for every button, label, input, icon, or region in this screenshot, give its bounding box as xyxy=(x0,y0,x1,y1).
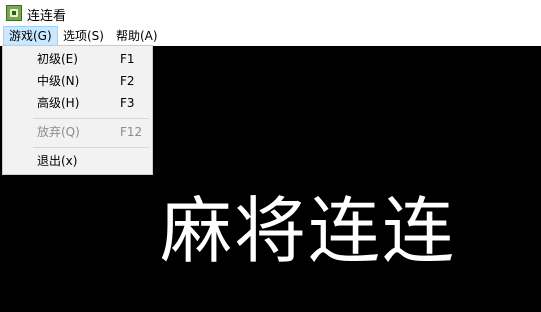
menu-item-shortcut: F2 xyxy=(120,74,135,88)
menu-bar: 游戏(G) 选项(S) 帮助(A) xyxy=(0,26,541,46)
menu-options[interactable]: 选项(S) xyxy=(58,26,109,46)
menu-item-label: 中级(N) xyxy=(37,74,80,88)
title-bar: 连连看 xyxy=(0,0,541,27)
menu-item-label: 放弃(Q) xyxy=(37,125,80,139)
window-title: 连连看 xyxy=(27,9,67,24)
menu-item-label: 高级(H) xyxy=(37,96,80,110)
menu-game[interactable]: 游戏(G) xyxy=(3,26,58,46)
menu-separator xyxy=(33,118,149,119)
menu-item-shortcut: F1 xyxy=(120,52,135,66)
menu-item-give-up: 放弃(Q) F12 xyxy=(3,122,152,142)
menu-item-exit[interactable]: 退出(x) xyxy=(3,151,152,171)
menu-separator xyxy=(33,147,149,148)
game-menu-dropdown: 初级(E) F1 中级(N) F2 高级(H) F3 放弃(Q) F12 退出(… xyxy=(2,45,153,175)
menu-item-intermediate[interactable]: 中级(N) F2 xyxy=(3,71,152,91)
menu-item-shortcut: F3 xyxy=(120,96,135,110)
menu-item-label: 初级(E) xyxy=(37,52,78,66)
menu-item-beginner[interactable]: 初级(E) F1 xyxy=(3,49,152,69)
app-icon xyxy=(6,5,22,21)
game-logo-text: 麻将连连 xyxy=(160,189,457,273)
menu-item-label: 退出(x) xyxy=(37,154,78,168)
menu-item-shortcut: F12 xyxy=(120,125,143,139)
menu-item-advanced[interactable]: 高级(H) F3 xyxy=(3,93,152,113)
menu-help[interactable]: 帮助(A) xyxy=(111,26,163,46)
